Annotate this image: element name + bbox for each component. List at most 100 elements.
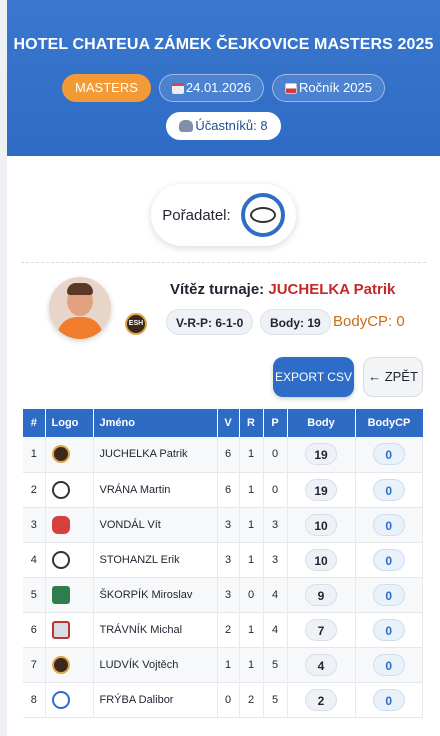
row-bodycp: 0 xyxy=(372,513,405,536)
row-logo xyxy=(45,507,94,542)
row-body-cell: 4 xyxy=(287,647,356,682)
row-body-cell: 10 xyxy=(287,507,356,542)
row-body: 4 xyxy=(305,653,337,676)
flag-icon xyxy=(284,82,297,94)
row-v: 0 xyxy=(217,682,240,717)
row-r: 1 xyxy=(239,542,264,577)
row-r: 1 xyxy=(239,472,264,507)
table-header-row: # Logo Jméno V R P Body BodyCP xyxy=(23,409,423,437)
table-row[interactable]: 2 VRÁNA Martin 6 1 0 19 0 xyxy=(23,472,423,507)
row-v: 3 xyxy=(217,507,240,542)
team-logo xyxy=(51,620,70,639)
table-row[interactable]: 4 STOHANZL Erik 3 1 3 10 0 xyxy=(23,542,423,577)
row-body-cell: 10 xyxy=(287,542,356,577)
table-row[interactable]: 7 LUDVÍK Vojtěch 1 1 5 4 0 xyxy=(23,647,423,682)
row-p: 0 xyxy=(263,437,288,472)
row-body-cell: 19 xyxy=(287,472,356,507)
table-row[interactable]: 5 ŠKORPÍK Miroslav 3 0 4 9 0 xyxy=(23,577,423,612)
row-logo xyxy=(45,612,94,647)
col-logo: Logo xyxy=(45,409,94,437)
winner-title: Vítěz turnaje: JUCHELKA Patrik xyxy=(170,281,395,298)
row-r: 0 xyxy=(239,577,264,612)
row-body-cell: 9 xyxy=(287,577,356,612)
row-bodycp-cell: 0 xyxy=(355,612,423,647)
row-bodycp: 0 xyxy=(372,443,405,466)
winner-section: Vítěz turnaje: JUCHELKA Patrik ESH V-R-P… xyxy=(7,275,440,357)
actions: EXPORT CSV ← ZPĚT xyxy=(7,357,440,417)
row-logo xyxy=(45,472,94,507)
row-rank: 7 xyxy=(23,647,46,682)
row-body: 9 xyxy=(305,583,337,606)
tag-row: MASTERS 24.01.2026 Ročník 2025 xyxy=(7,74,440,102)
row-p: 0 xyxy=(263,472,288,507)
col-body: Body xyxy=(287,409,356,437)
row-bodycp: 0 xyxy=(372,548,405,571)
row-name: FRÝBA Dalibor xyxy=(93,682,218,717)
team-logo xyxy=(51,480,70,499)
row-bodycp: 0 xyxy=(372,583,405,606)
col-bodycp: BodyCP xyxy=(355,409,423,437)
row-p: 5 xyxy=(263,647,288,682)
row-bodycp-cell: 0 xyxy=(355,437,423,472)
row-name: ŠKORPÍK Miroslav xyxy=(93,577,218,612)
row-body-cell: 2 xyxy=(287,682,356,717)
row-body: 7 xyxy=(305,618,337,641)
team-logo xyxy=(51,445,70,464)
row-name: TRÁVNÍK Michal xyxy=(93,612,218,647)
row-rank: 6 xyxy=(23,612,46,647)
row-logo xyxy=(45,542,94,577)
row-name: STOHANZL Erik xyxy=(93,542,218,577)
row-rank: 2 xyxy=(23,472,46,507)
row-v: 2 xyxy=(217,612,240,647)
winner-avatar xyxy=(49,277,111,339)
export-csv-button[interactable]: EXPORT CSV xyxy=(273,357,354,397)
people-icon xyxy=(179,120,194,132)
winner-team-logo: ESH xyxy=(125,313,147,335)
divider xyxy=(21,262,426,263)
tournament-card: HOTEL CHATEUA ZÁMEK ČEJKOVICE MASTERS 20… xyxy=(7,0,440,736)
col-rank: # xyxy=(23,409,46,437)
team-logo xyxy=(51,655,70,674)
row-r: 2 xyxy=(239,682,264,717)
row-body: 19 xyxy=(305,478,337,501)
row-body-cell: 19 xyxy=(287,437,356,472)
row-p: 5 xyxy=(263,682,288,717)
row-bodycp-cell: 0 xyxy=(355,682,423,717)
organizer-box: Pořadatel: xyxy=(151,184,296,246)
back-button[interactable]: ← ZPĚT xyxy=(363,357,423,397)
participants-text: Účastníků: 8 xyxy=(195,118,268,133)
header: HOTEL CHATEUA ZÁMEK ČEJKOVICE MASTERS 20… xyxy=(7,0,440,156)
table-row[interactable]: 3 VONDÁL Vít 3 1 3 10 0 xyxy=(23,507,423,542)
tournament-title: HOTEL CHATEUA ZÁMEK ČEJKOVICE MASTERS 20… xyxy=(13,36,434,53)
row-p: 4 xyxy=(263,612,288,647)
row-rank: 5 xyxy=(23,577,46,612)
team-logo xyxy=(51,690,70,709)
row-logo xyxy=(45,682,94,717)
row-v: 1 xyxy=(217,647,240,682)
row-bodycp-cell: 0 xyxy=(355,577,423,612)
winner-name: JUCHELKA Patrik xyxy=(268,281,396,298)
results-table: # Logo Jméno V R P Body BodyCP 1 JUCHELKA… xyxy=(23,409,423,718)
row-bodycp: 0 xyxy=(372,478,405,501)
participants-badge: Účastníků: 8 xyxy=(166,112,281,140)
row-body: 10 xyxy=(305,513,337,536)
row-p: 4 xyxy=(263,577,288,612)
row-r: 1 xyxy=(239,612,264,647)
category-badge: MASTERS xyxy=(62,74,151,102)
date-text: 24.01.2026 xyxy=(185,80,251,95)
row-v: 6 xyxy=(217,472,240,507)
season-text: Ročník 2025 xyxy=(298,80,372,95)
table-row[interactable]: 6 TRÁVNÍK Michal 2 1 4 7 0 xyxy=(23,612,423,647)
row-r: 1 xyxy=(239,647,264,682)
row-name: VONDÁL Vít xyxy=(93,507,218,542)
table-row[interactable]: 1 JUCHELKA Patrik 6 1 0 19 0 xyxy=(23,437,423,472)
row-bodycp: 0 xyxy=(372,618,405,641)
row-rank: 8 xyxy=(23,682,46,717)
row-rank: 4 xyxy=(23,542,46,577)
row-p: 3 xyxy=(263,542,288,577)
winner-body: Body: 19 xyxy=(260,309,331,335)
row-logo xyxy=(45,437,94,472)
organizer-logo xyxy=(240,193,285,237)
table-row[interactable]: 8 FRÝBA Dalibor 0 2 5 2 0 xyxy=(23,682,423,717)
winner-vrp: V-R-P: 6-1-0 xyxy=(166,309,254,335)
